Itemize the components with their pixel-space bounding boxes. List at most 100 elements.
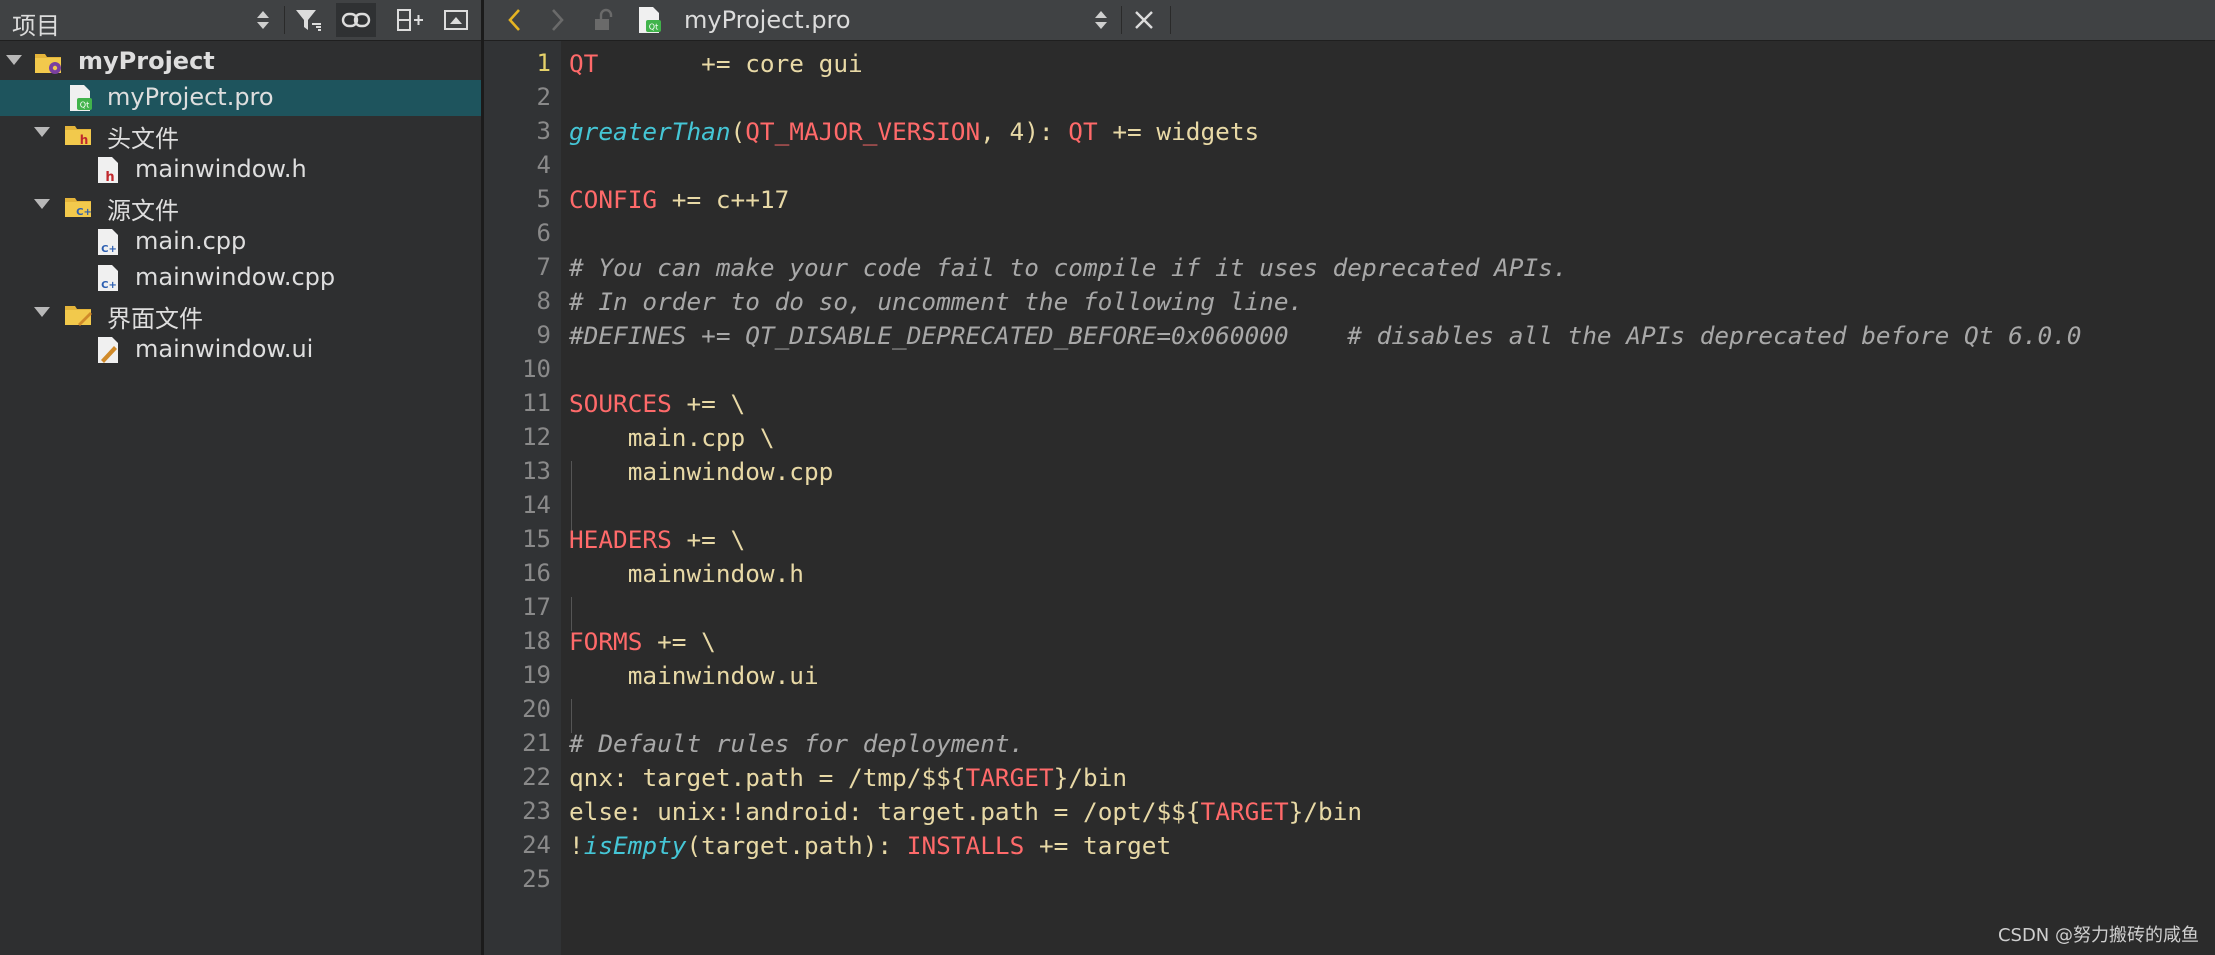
svg-text:C+: C+ bbox=[101, 280, 117, 291]
line-number: 6 bbox=[536, 219, 551, 247]
line-number: 17 bbox=[522, 593, 551, 621]
code-line: else: unix:!android: target.path = /opt/… bbox=[569, 797, 1363, 826]
code-line: # In order to do so, uncomment the follo… bbox=[569, 287, 1304, 316]
code-line: mainwindow.h bbox=[627, 559, 804, 588]
line-number: 20 bbox=[522, 695, 551, 723]
line-number: 19 bbox=[522, 661, 551, 689]
code-line: #DEFINES += QT_DISABLE_DEPRECATED_BEFORE… bbox=[569, 321, 2082, 350]
line-number: 24 bbox=[522, 831, 551, 859]
tree-item-label: myProject.pro bbox=[107, 83, 274, 111]
line-number: 3 bbox=[536, 117, 551, 145]
svg-text:C+: C+ bbox=[76, 207, 92, 218]
code-line: qnx: target.path = /tmp/$${TARGET}/bin bbox=[569, 763, 1128, 792]
indent-guide bbox=[571, 699, 572, 733]
watermark: CSDN @努力搬砖的咸鱼 bbox=[1997, 925, 2199, 946]
line-number: 21 bbox=[522, 729, 551, 757]
forward-arrow-icon[interactable] bbox=[540, 3, 576, 37]
tree-item-mainwindow-h[interactable]: h mainwindow.h bbox=[0, 152, 481, 188]
line-number: 15 bbox=[522, 525, 551, 553]
code-line: main.cpp \ bbox=[627, 423, 775, 452]
line-number: 23 bbox=[522, 797, 551, 825]
qt-pro-file-icon: Qt bbox=[68, 84, 96, 112]
header-folder-icon: h bbox=[64, 120, 92, 148]
svg-text:C+: C+ bbox=[101, 244, 117, 255]
code-line: # Default rules for deployment. bbox=[569, 729, 1025, 758]
expand-arrow-icon[interactable] bbox=[34, 307, 50, 317]
filter-icon[interactable] bbox=[289, 3, 329, 37]
line-number: 16 bbox=[522, 559, 551, 587]
ui-file-icon bbox=[96, 336, 124, 364]
expand-arrow-icon[interactable] bbox=[34, 199, 50, 209]
tree-item-mainwindow-cpp[interactable]: C+ mainwindow.cpp bbox=[0, 260, 481, 296]
tree-item-mainwindow-ui[interactable]: mainwindow.ui bbox=[0, 332, 481, 368]
tree-item-forms[interactable]: 界面文件 bbox=[0, 296, 481, 333]
line-number-gutter: 1 2 3 4 5 6 7 8 9 10 11 12 13 14 15 16 1… bbox=[484, 41, 561, 955]
file-selector-arrows-icon[interactable] bbox=[1088, 3, 1114, 37]
line-number: 25 bbox=[522, 865, 551, 893]
line-number: 10 bbox=[522, 355, 551, 383]
svg-text:h: h bbox=[105, 170, 114, 184]
code-line: # You can make your code fail to compile… bbox=[569, 253, 1568, 282]
code-line: HEADERS += \ bbox=[569, 525, 746, 554]
line-number: 12 bbox=[522, 423, 551, 451]
line-number: 5 bbox=[536, 185, 551, 213]
open-file-name[interactable]: myProject.pro bbox=[684, 6, 851, 34]
code-line: mainwindow.cpp bbox=[627, 457, 834, 486]
qt-pro-file-icon: Qt bbox=[632, 3, 668, 37]
tree-item-myproject[interactable]: myProject bbox=[0, 44, 481, 80]
tree-item-label: mainwindow.ui bbox=[135, 335, 314, 363]
line-number: 1 bbox=[536, 49, 551, 77]
header-file-icon: h bbox=[96, 156, 124, 185]
code-line: greaterThan(QT_MAJOR_VERSION, 4): QT += … bbox=[569, 117, 1260, 146]
close-document-icon[interactable] bbox=[1126, 3, 1162, 37]
line-number: 8 bbox=[536, 287, 551, 315]
split-view-icon[interactable] bbox=[390, 3, 430, 37]
code-line: QT += core gui bbox=[569, 49, 863, 78]
tree-item-label: 头文件 bbox=[107, 125, 179, 153]
line-number: 14 bbox=[522, 491, 551, 519]
link-with-editor-icon[interactable] bbox=[336, 3, 376, 37]
line-number: 22 bbox=[522, 763, 551, 791]
tree-item-label: 源文件 bbox=[107, 197, 179, 225]
tree-item-label: mainwindow.h bbox=[135, 155, 307, 183]
tree-item-label: myProject bbox=[78, 47, 215, 75]
code-editor[interactable]: QT += core gui greaterThan(QT_MAJOR_VERS… bbox=[561, 41, 2215, 955]
tree-item-sources[interactable]: C+ 源文件 bbox=[0, 188, 481, 225]
line-number: 11 bbox=[522, 389, 551, 417]
qt-project-folder-icon bbox=[34, 48, 62, 76]
svg-text:Qt: Qt bbox=[649, 23, 658, 32]
line-number: 2 bbox=[536, 83, 551, 111]
tree-item-myproject-pro[interactable]: Qt myProject.pro bbox=[0, 80, 481, 116]
back-arrow-icon[interactable] bbox=[496, 3, 532, 37]
expand-arrow-icon[interactable] bbox=[6, 55, 22, 65]
line-number: 9 bbox=[536, 321, 551, 349]
line-number: 18 bbox=[522, 627, 551, 655]
expand-arrow-icon[interactable] bbox=[34, 127, 50, 137]
line-number: 4 bbox=[536, 151, 551, 179]
line-number: 7 bbox=[536, 253, 551, 281]
code-line: !isEmpty(target.path): INSTALLS += targe… bbox=[569, 831, 1172, 860]
close-panel-icon[interactable] bbox=[436, 3, 476, 37]
forms-folder-icon bbox=[64, 300, 92, 328]
source-folder-icon: C+ bbox=[64, 192, 92, 220]
indent-guide bbox=[571, 597, 572, 631]
view-selector-arrows-icon[interactable] bbox=[250, 3, 276, 37]
svg-text:Qt: Qt bbox=[80, 101, 89, 110]
tree-item-label: mainwindow.cpp bbox=[135, 263, 336, 291]
editor-toolbar: Qt myProject.pro bbox=[484, 0, 2215, 41]
code-line: SOURCES += \ bbox=[569, 389, 746, 418]
code-line: FORMS += \ bbox=[569, 627, 716, 656]
tree-item-main-cpp[interactable]: C+ main.cpp bbox=[0, 224, 481, 260]
svg-text:h: h bbox=[80, 133, 89, 147]
panel-title: 项目 bbox=[12, 12, 60, 40]
project-panel: 项目 myProject Qt myProject.pro h 头文件 h ma… bbox=[0, 0, 481, 955]
cpp-file-icon: C+ bbox=[96, 228, 124, 256]
code-line: mainwindow.ui bbox=[627, 661, 819, 690]
code-line: CONFIG += c++17 bbox=[569, 185, 790, 214]
line-number: 13 bbox=[522, 457, 551, 485]
cpp-file-icon: C+ bbox=[96, 264, 124, 292]
project-panel-toolbar: 项目 bbox=[0, 0, 481, 41]
lock-icon[interactable] bbox=[586, 3, 622, 37]
tree-item-label: main.cpp bbox=[135, 227, 247, 255]
tree-item-headers[interactable]: h 头文件 bbox=[0, 116, 481, 153]
